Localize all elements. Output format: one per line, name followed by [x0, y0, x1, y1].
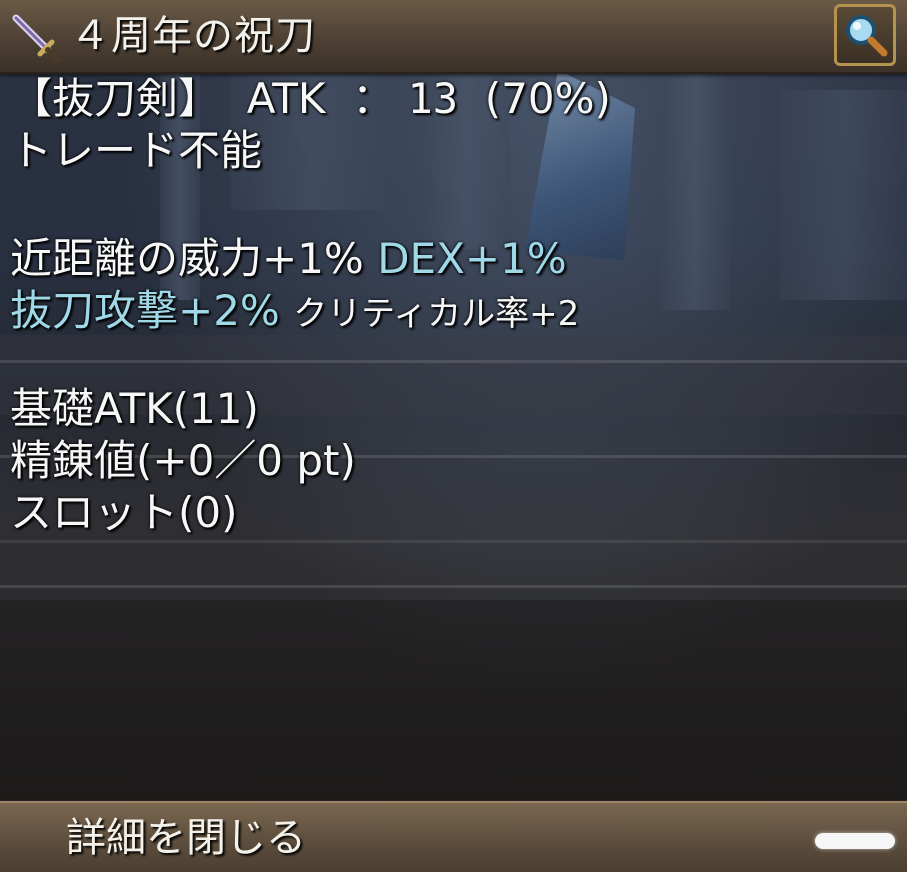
- battou-attack-bonus: 抜刀攻撃+2%: [10, 286, 280, 335]
- close-details-button[interactable]: 詳細を閉じる: [66, 807, 306, 869]
- atk-separator: ：: [352, 74, 395, 123]
- atk-label: ATK: [246, 74, 326, 123]
- slot-count: スロット(0): [10, 488, 238, 537]
- melee-power-bonus: 近距離の威力+1%: [10, 234, 364, 283]
- zoom-button[interactable]: [834, 4, 896, 66]
- refine-value: 精錬値(+0／0 pt): [10, 436, 356, 485]
- magnifier-icon: [846, 15, 888, 57]
- base-atk: 基礎ATK(11): [10, 384, 259, 433]
- katana-icon: [8, 10, 62, 64]
- trade-status: トレード不能: [10, 126, 263, 175]
- footer-bar: 詳細を閉じる: [0, 801, 907, 872]
- atk-value: 13: [407, 74, 459, 123]
- item-name: ４周年の祝刀: [70, 13, 316, 59]
- bonus-line-2: 抜刀攻撃+2% クリティカル率+2: [10, 284, 579, 338]
- weapon-type: 【抜刀剣】: [10, 74, 221, 123]
- critical-rate-bonus: クリティカル率+2: [293, 294, 580, 334]
- bonus-line-1: 近距離の威力+1% DEX+1%: [10, 232, 567, 286]
- atk-percent: (70%): [484, 74, 611, 123]
- item-title-bar: ４周年の祝刀: [0, 0, 907, 74]
- dex-bonus: DEX+1%: [377, 234, 567, 283]
- weapon-type-atk-line: 【抜刀剣】 ATK ： 13 (70%): [10, 72, 611, 126]
- minimize-bar-icon[interactable]: [815, 833, 895, 849]
